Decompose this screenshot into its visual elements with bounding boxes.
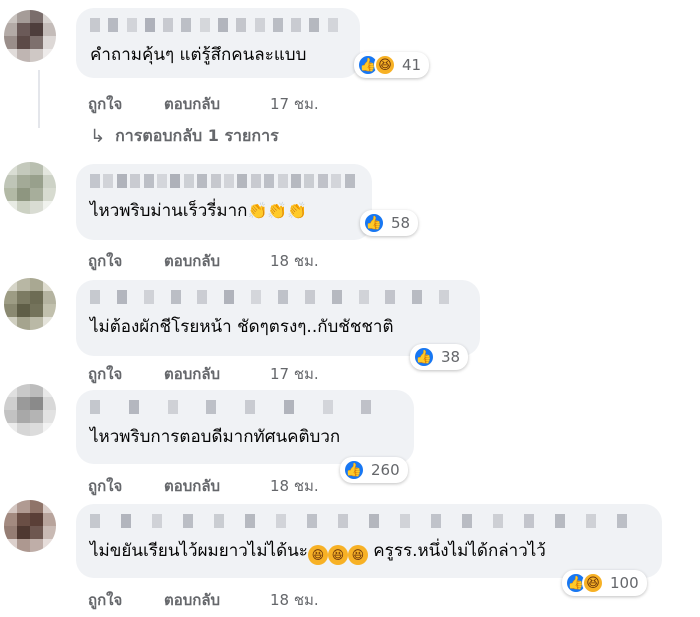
like-button[interactable]: ถูกใจ [88, 249, 164, 273]
comment-bubble: คำถามคุ้นๆ แต่รู้สึกคนละแบบ [76, 8, 360, 78]
reaction-count: 41 [402, 56, 422, 74]
thread-connector-line [38, 70, 40, 128]
reaction-summary[interactable]: 👍 38 [410, 344, 469, 370]
reply-button[interactable]: ตอบกลับ [164, 92, 270, 116]
comment-actions: ถูกใจ ตอบกลับ 18 ชม. [88, 249, 319, 273]
comment-text: ไม่ต้องผักชีโรยหน้า ชัดๆตรงๆ..กับชัชชาติ [90, 317, 394, 337]
avatar[interactable] [4, 384, 56, 436]
rolling-laughing-icon: 😆 [327, 545, 348, 565]
comment-actions: ถูกใจ ตอบกลับ 17 ชม. [88, 362, 319, 386]
comment-text: ไม่ขยันเรียนไว้ผมยาวไม่ได้นะ 😆 😆 😆 ครูรร.หน… [90, 540, 648, 565]
laughing-face-icon: 😆 [374, 54, 396, 76]
reply-arrow-icon: ↳ [90, 126, 106, 147]
comment-text-part-2: ครูรร.หนึ่งไม่ได้กล่าวไว้ [367, 541, 546, 561]
rolling-laughing-icon: 😆 [307, 545, 328, 565]
comment-bubble: ไม่ขยันเรียนไว้ผมยาวไม่ได้นะ 😆 😆 😆 ครูรร.หน… [76, 504, 662, 578]
reaction-summary[interactable]: 👍 58 [360, 210, 419, 236]
comment-bubble: ไหวพริบม่านเร็วรี่มาก👏👏👏 [76, 164, 372, 240]
thumbs-up-icon: 👍 [413, 346, 435, 368]
comment-text-part-1: ไม่ขยันเรียนไว้ผมยาวไม่ได้นะ [90, 541, 308, 561]
reply-button[interactable]: ตอบกลับ [164, 474, 270, 498]
comment-time[interactable]: 17 ชม. [270, 362, 319, 386]
comment-time[interactable]: 18 ชม. [270, 588, 319, 612]
reply-button[interactable]: ตอบกลับ [164, 588, 270, 612]
author-name-blurred[interactable] [90, 174, 358, 188]
view-replies-link[interactable]: ↳ การตอบกลับ 1 รายการ [90, 124, 279, 149]
like-button[interactable]: ถูกใจ [88, 362, 164, 386]
reply-button[interactable]: ตอบกลับ [164, 249, 270, 273]
like-button[interactable]: ถูกใจ [88, 474, 164, 498]
thumbs-up-icon: 👍 [363, 212, 385, 234]
reaction-count: 38 [441, 348, 461, 366]
like-button[interactable]: ถูกใจ [88, 92, 164, 116]
reaction-summary[interactable]: 👍 260 [340, 457, 408, 483]
comment-text: ไหวพริบการตอบดีมากทัศนคติบวก [90, 427, 341, 447]
avatar[interactable] [4, 10, 56, 62]
laughing-face-icon: 😆 [582, 572, 604, 594]
comment-time[interactable]: 18 ชม. [270, 249, 319, 273]
view-replies-label: การตอบกลับ 1 รายการ [115, 126, 279, 145]
comment-time[interactable]: 18 ชม. [270, 474, 319, 498]
avatar[interactable] [4, 162, 56, 214]
comment-text: ไหวพริบม่านเร็วรี่มาก👏👏👏 [90, 200, 358, 222]
avatar[interactable] [4, 500, 56, 552]
reaction-summary[interactable]: 👍 😆 41 [354, 52, 430, 78]
comment-text-body: ไหวพริบม่านเร็วรี่มาก [90, 201, 248, 221]
comment-text: คำถามคุ้นๆ แต่รู้สึกคนละแบบ [90, 45, 307, 65]
rolling-laughing-icon: 😆 [347, 545, 368, 565]
author-name-blurred[interactable] [90, 18, 346, 32]
reply-button[interactable]: ตอบกลับ [164, 362, 270, 386]
comment-actions: ถูกใจ ตอบกลับ 18 ชม. [88, 588, 319, 612]
thumbs-up-icon: 👍 [343, 459, 365, 481]
clapping-hands-icon: 👏👏👏 [247, 201, 308, 220]
comment-time[interactable]: 17 ชม. [270, 92, 319, 116]
comment-actions: ถูกใจ ตอบกลับ 17 ชม. [88, 92, 319, 116]
like-button[interactable]: ถูกใจ [88, 588, 164, 612]
author-name-blurred[interactable] [90, 514, 648, 528]
avatar[interactable] [4, 278, 56, 330]
author-name-blurred[interactable] [90, 400, 400, 414]
comment-bubble: ไหวพริบการตอบดีมากทัศนคติบวก [76, 390, 414, 464]
reaction-count: 260 [371, 461, 400, 479]
author-name-blurred[interactable] [90, 290, 466, 304]
reaction-summary[interactable]: 👍 😆 100 [562, 570, 647, 596]
reaction-count: 100 [610, 574, 639, 592]
comment-actions: ถูกใจ ตอบกลับ 18 ชม. [88, 474, 319, 498]
reaction-count: 58 [391, 214, 411, 232]
